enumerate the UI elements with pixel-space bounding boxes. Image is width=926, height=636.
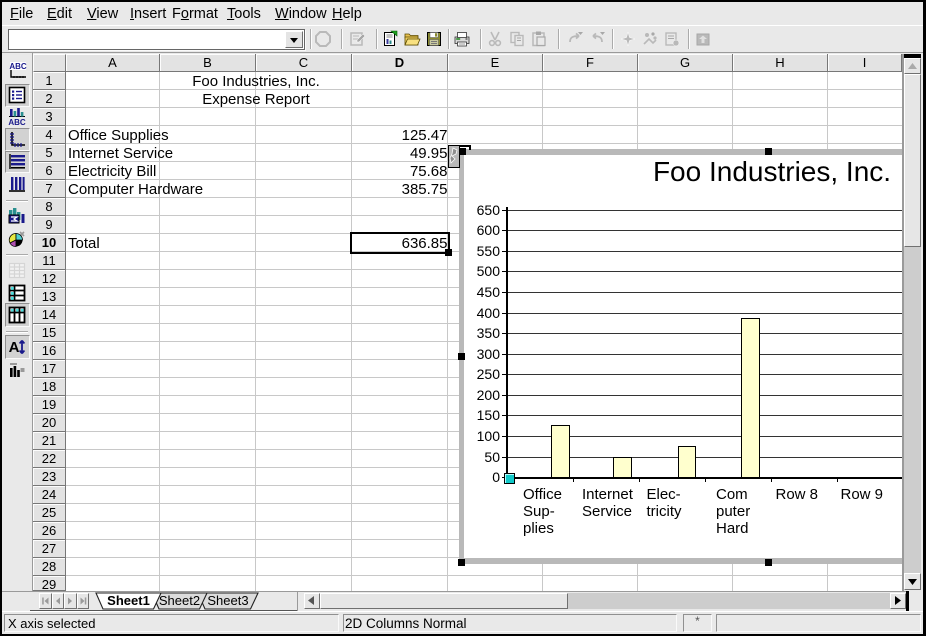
svg-text:ABC: ABC xyxy=(9,62,27,71)
svg-text:Sheet1: Sheet1 xyxy=(107,593,150,608)
svg-text:Sheet3: Sheet3 xyxy=(207,593,248,608)
svg-text:ABC: ABC xyxy=(8,118,26,127)
svg-text:Sheet2: Sheet2 xyxy=(159,593,200,608)
svg-text:A: A xyxy=(9,339,20,356)
